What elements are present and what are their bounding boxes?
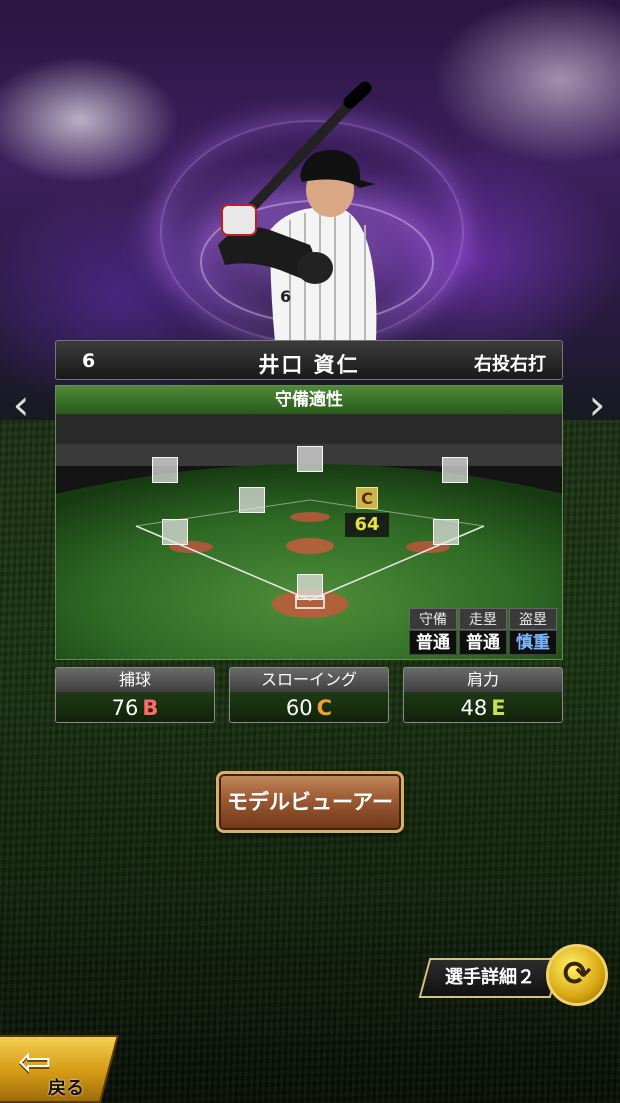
stat-throwing-value: 60 xyxy=(285,696,313,720)
position-marker-shortstop xyxy=(239,487,265,513)
stat-throwing: スローイング 60 C xyxy=(229,667,389,723)
stat-arm-strength-value: 48 xyxy=(460,696,488,720)
position-marker-center-field xyxy=(297,446,323,472)
sub-value-running: 普通 xyxy=(459,630,507,655)
next-player-chevron-right-icon[interactable]: › xyxy=(582,380,612,430)
svg-text:6: 6 xyxy=(280,287,291,306)
player-detail-2-button[interactable]: 選手詳細２ xyxy=(418,958,562,998)
back-label[interactable]: 戻る xyxy=(48,1074,84,1100)
second-base-grade: C xyxy=(356,487,378,509)
switch-refresh-icon[interactable]: ⟳ xyxy=(546,944,608,1006)
position-marker-third-base xyxy=(162,519,188,545)
second-base-value: 64 xyxy=(345,513,389,537)
position-marker-catcher xyxy=(297,574,323,600)
stat-catching-value: 76 xyxy=(111,696,139,720)
stat-catching: 捕球 76 B xyxy=(55,667,215,723)
stat-catching-grade: B xyxy=(142,696,159,720)
position-marker-left-field xyxy=(152,457,178,483)
stat-throwing-label: スローイング xyxy=(230,668,388,692)
stat-arm-strength: 肩力 48 E xyxy=(403,667,563,723)
stat-arm-strength-label: 肩力 xyxy=(404,668,562,692)
player-name-bar: 6 井口 資仁 右投右打 xyxy=(55,340,563,380)
sub-value-defense: 普通 xyxy=(409,630,457,655)
baserunning-table: 守備 走塁 盗塁 普通 普通 慎重 xyxy=(409,608,559,656)
sub-header-defense: 守備 xyxy=(409,608,457,630)
position-marker-right-field xyxy=(442,457,468,483)
player-handedness: 右投右打 xyxy=(474,354,546,375)
player-portrait: 6 xyxy=(218,81,377,342)
player-detail-2-label: 選手詳細２ xyxy=(445,967,535,988)
stat-arm-strength-grade: E xyxy=(491,696,506,720)
sub-header-running: 走塁 xyxy=(459,608,507,630)
prev-player-chevron-left-icon[interactable]: ‹ xyxy=(6,380,36,430)
stat-catching-label: 捕球 xyxy=(56,668,214,692)
position-marker-first-base xyxy=(433,519,459,545)
defense-aptitude-title: 守備適性 xyxy=(56,386,562,414)
sub-header-stealing: 盗塁 xyxy=(509,608,557,630)
defense-aptitude-panel: 守備適性 C 64 守備 走塁 盗塁 普通 普通 慎重 xyxy=(55,385,563,660)
stat-throwing-grade: C xyxy=(316,696,333,720)
sub-value-stealing: 慎重 xyxy=(509,630,557,655)
model-viewer-button[interactable]: モデルビューアー xyxy=(216,771,404,833)
